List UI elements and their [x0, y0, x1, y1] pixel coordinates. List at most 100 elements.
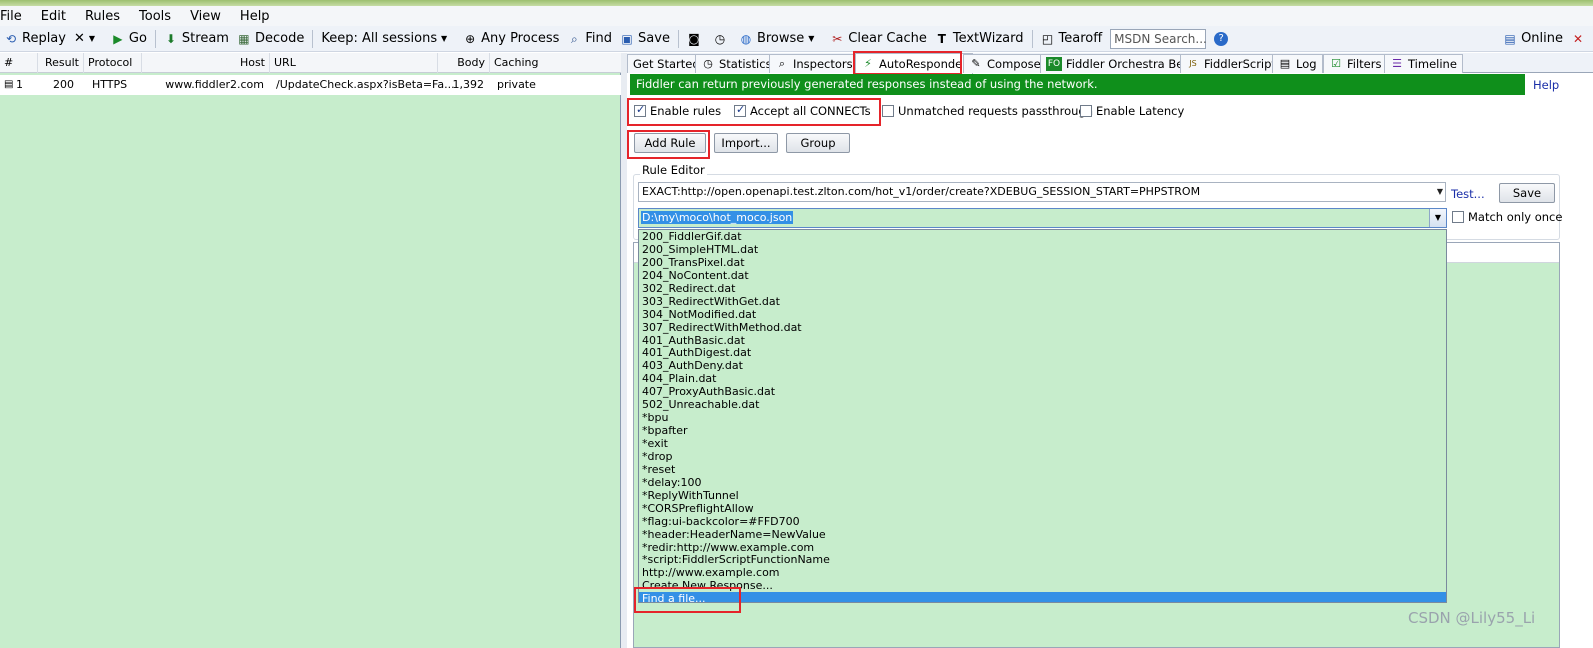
chevron-down-icon[interactable]: ▼	[1437, 183, 1443, 201]
help-circle-button[interactable]: ?	[1210, 28, 1236, 50]
any-process-label: Any Process	[481, 31, 560, 46]
dropdown-option[interactable]: *header:HeaderName=NewValue	[639, 528, 1446, 541]
timer-button[interactable]: ◷	[709, 28, 735, 50]
row-host: www.fiddler2.com	[165, 78, 264, 91]
tab-fiddlerscript[interactable]: JS FiddlerScript	[1180, 54, 1282, 73]
any-process-button[interactable]: ⊕ Any Process	[459, 28, 563, 50]
column-url[interactable]: URL	[270, 53, 438, 73]
column-body[interactable]: Body	[438, 53, 490, 73]
tab-log[interactable]: ▤ Log	[1272, 54, 1323, 73]
dropdown-option[interactable]: Create New Response...	[639, 579, 1446, 592]
menu-view[interactable]: View	[190, 9, 228, 24]
dropdown-option[interactable]: 200_SimpleHTML.dat	[639, 243, 1446, 256]
dropdown-option[interactable]: *flag:ui-backcolor=#FFD700	[639, 515, 1446, 528]
tab-label: Log	[1296, 57, 1317, 71]
stream-button[interactable]: ⬇ Stream	[160, 28, 233, 50]
dropdown-option[interactable]: 407_ProxyAuthBasic.dat	[639, 385, 1446, 398]
enable-latency-checkbox[interactable]: Enable Latency	[1080, 104, 1184, 118]
replay-button[interactable]: ⟲ Replay	[0, 28, 70, 50]
row-protocol: HTTPS	[92, 78, 128, 91]
tearoff-button[interactable]: ◰ Tearoff	[1037, 28, 1107, 50]
dropdown-option[interactable]: 200_TransPixel.dat	[639, 256, 1446, 269]
column-num[interactable]: #	[0, 53, 38, 73]
dropdown-option[interactable]: *script:FiddlerScriptFunctionName	[639, 553, 1446, 566]
tab-timeline[interactable]: ☰ Timeline	[1384, 54, 1463, 73]
tab-label: FiddlerScript	[1204, 57, 1276, 71]
tab-composer[interactable]: ✎ Composer	[963, 54, 1052, 73]
dropdown-option[interactable]: 403_AuthDeny.dat	[639, 359, 1446, 372]
sessions-list[interactable]	[0, 53, 621, 648]
close-toolbar-button[interactable]: ✕	[1567, 28, 1593, 50]
column-protocol[interactable]: Protocol	[84, 53, 142, 73]
help-link[interactable]: Help	[1533, 78, 1559, 92]
column-caching[interactable]: Caching	[490, 53, 621, 73]
dropdown-option[interactable]: 303_RedirectWithGet.dat	[639, 295, 1446, 308]
dropdown-option[interactable]: *bpu	[639, 411, 1446, 424]
dropdown-option[interactable]: 304_NotModified.dat	[639, 308, 1446, 321]
menu-edit[interactable]: Edit	[41, 9, 73, 24]
dropdown-option[interactable]: 401_AuthBasic.dat	[639, 334, 1446, 347]
tab-label: Fiddler Orchestra Beta	[1066, 57, 1195, 71]
match-rule-combobox[interactable]: EXACT:http://open.openapi.test.zlton.com…	[638, 182, 1446, 202]
dropdown-option[interactable]: 302_Redirect.dat	[639, 282, 1446, 295]
dropdown-option[interactable]: *ReplyWithTunnel	[639, 489, 1446, 502]
tab-filters[interactable]: ☑ Filters	[1323, 54, 1388, 73]
online-indicator[interactable]: ▤ Online	[1499, 28, 1567, 50]
chevron-down-icon[interactable]: ▼	[1429, 209, 1446, 227]
dropdown-option[interactable]: 204_NoContent.dat	[639, 269, 1446, 282]
clear-cache-button[interactable]: ✂ Clear Cache	[826, 28, 931, 50]
find-button[interactable]: ⌕ Find	[563, 28, 616, 50]
row-result: 200	[53, 78, 74, 91]
dropdown-option[interactable]: *delay:100	[639, 476, 1446, 489]
msdn-search-input[interactable]: MSDN Search...	[1110, 28, 1207, 49]
tab-inspectors[interactable]: ⌕ Inspectors	[769, 54, 859, 73]
menu-tools[interactable]: Tools	[139, 9, 178, 24]
tab-statistics[interactable]: ◷ Statistics	[695, 54, 778, 73]
timeline-icon: ☰	[1392, 57, 1402, 70]
dropdown-option[interactable]: *redir:http://www.example.com	[639, 541, 1446, 554]
checkbox-unchecked-icon	[1452, 211, 1464, 223]
tab-label: Filters	[1347, 57, 1382, 71]
watermark: CSDN @Lily55_Li	[1408, 609, 1536, 627]
tab-fiddler-orchestra[interactable]: FO Fiddler Orchestra Beta	[1040, 54, 1201, 73]
dropdown-option[interactable]: 404_Plain.dat	[639, 372, 1446, 385]
help-circle-icon: ?	[1214, 31, 1229, 46]
dropdown-option[interactable]: *reset	[639, 463, 1446, 476]
go-button[interactable]: ▶ Go	[107, 28, 151, 50]
tearoff-icon: ◰	[1041, 31, 1054, 46]
screenshot-button[interactable]: ◙	[683, 28, 709, 50]
dropdown-option[interactable]: 307_RedirectWithMethod.dat	[639, 321, 1446, 334]
save-rule-button[interactable]: Save	[1499, 183, 1555, 203]
match-only-once-checkbox[interactable]: Match only once	[1452, 210, 1562, 224]
table-row[interactable]: ▤ 1 200 HTTPS www.fiddler2.com /UpdateCh…	[0, 75, 621, 95]
menu-rules[interactable]: Rules	[85, 9, 127, 24]
unmatched-passthrough-checkbox[interactable]: Unmatched requests passthrough	[882, 104, 1093, 118]
dropdown-option[interactable]: 502_Unreachable.dat	[639, 398, 1446, 411]
column-host[interactable]: Host	[142, 53, 270, 73]
column-result[interactable]: Result	[38, 53, 84, 73]
dropdown-option[interactable]: *exit	[639, 437, 1446, 450]
group-button[interactable]: Group	[786, 133, 850, 153]
import-button[interactable]: Import...	[714, 133, 778, 153]
browse-button[interactable]: ◍ Browse ▼	[735, 28, 826, 50]
test-link[interactable]: Test...	[1451, 187, 1485, 201]
dropdown-option[interactable]: *drop	[639, 450, 1446, 463]
tab-get-started[interactable]: Get Started	[627, 54, 706, 73]
menu-help[interactable]: Help	[240, 9, 277, 24]
action-combobox[interactable]: D:\my\moco\hot_moco.json ▼	[638, 208, 1447, 228]
dropdown-option[interactable]: 401_AuthDigest.dat	[639, 346, 1446, 359]
chevron-down-icon: ▼	[808, 33, 815, 43]
save-button[interactable]: ▣ Save	[616, 28, 674, 50]
dropdown-option[interactable]: *CORSPreflightAllow	[639, 502, 1446, 515]
dropdown-option[interactable]: Find a file...	[639, 592, 1446, 602]
decode-button[interactable]: ▦ Decode	[233, 28, 308, 50]
textwizard-button[interactable]: T TextWizard	[931, 28, 1028, 50]
keep-sessions-dropdown[interactable]: Keep: All sessions ▼	[317, 28, 459, 50]
dropdown-option[interactable]: 200_FiddlerGif.dat	[639, 230, 1446, 243]
menu-file[interactable]: File	[0, 9, 29, 24]
binoculars-icon: ⌕	[571, 31, 578, 46]
remove-button[interactable]: ✕ ▼	[70, 28, 107, 50]
dropdown-option[interactable]: http://www.example.com	[639, 566, 1446, 579]
dropdown-option[interactable]: *bpafter	[639, 424, 1446, 437]
detail-tabs: Get Started ◷ Statistics ⌕ Inspectors ⚡ Aut…	[627, 53, 1593, 74]
